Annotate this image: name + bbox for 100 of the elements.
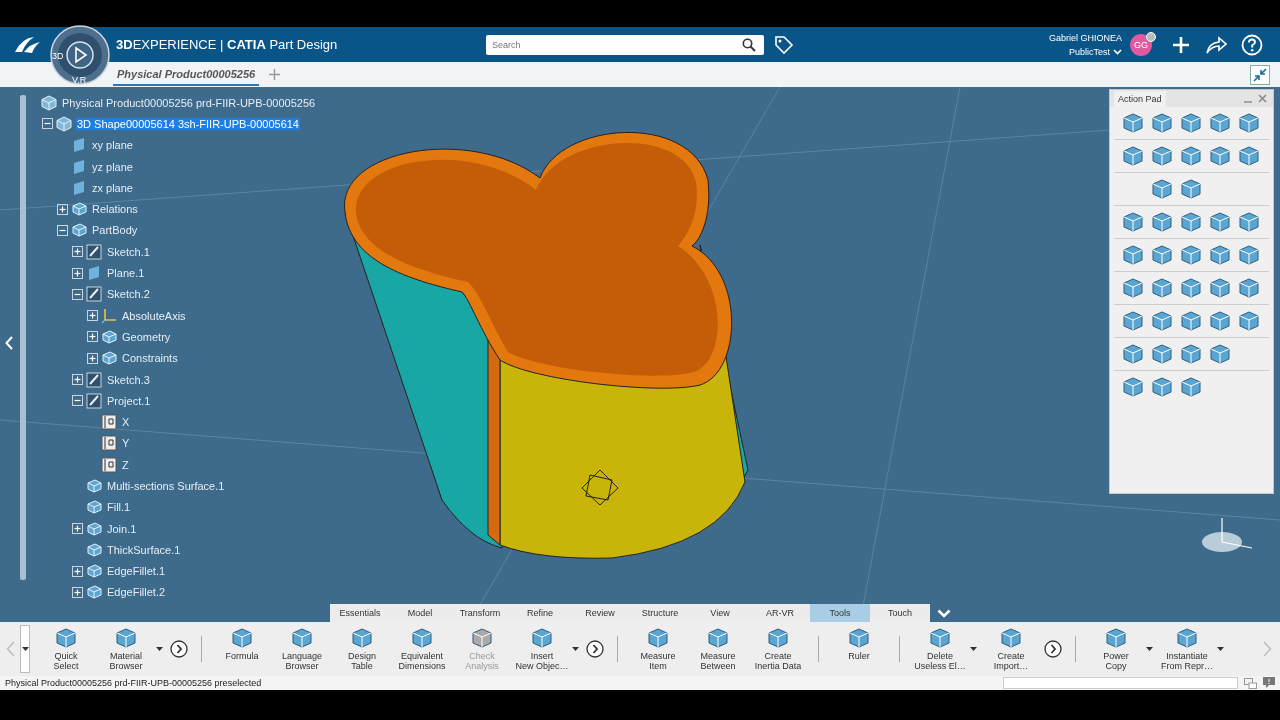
tree-item[interactable]: Sketch.3: [106, 373, 151, 386]
toolbar-tab[interactable]: Essentials: [330, 604, 390, 622]
tool-button[interactable]: Delete Useless El…: [910, 624, 970, 674]
axis-compass-icon[interactable]: [1202, 517, 1253, 552]
cube-icon[interactable]: [1151, 277, 1173, 299]
search-icon[interactable]: [742, 37, 756, 52]
chevron-down-icon[interactable]: [937, 608, 951, 618]
tree-item[interactable]: X: [121, 416, 131, 429]
cube-icon[interactable]: [1122, 244, 1144, 266]
cube-icon[interactable]: [1180, 211, 1202, 233]
tool-button[interactable]: Ruler: [829, 624, 889, 674]
expander-icon[interactable]: [72, 288, 83, 300]
cube-icon[interactable]: [1238, 277, 1260, 299]
cube-icon[interactable]: [1122, 277, 1144, 299]
tool-button[interactable]: Formula: [212, 624, 272, 674]
tool-button[interactable]: Quick Select: [36, 624, 96, 674]
tree-item[interactable]: Plane.1: [106, 267, 146, 279]
cube-icon[interactable]: [1180, 178, 1202, 200]
toolbar-tab[interactable]: Review: [570, 604, 630, 622]
close-icon[interactable]: [1258, 94, 1267, 103]
cube-icon[interactable]: [1238, 310, 1260, 332]
tree-item[interactable]: Sketch.2: [106, 288, 151, 301]
cube-icon[interactable]: [1209, 145, 1231, 167]
caret-icon[interactable]: [1217, 647, 1224, 651]
cube-icon[interactable]: [1122, 112, 1144, 134]
cube-icon[interactable]: [1238, 211, 1260, 233]
tree-item[interactable]: Multi-sections Surface.1: [106, 480, 226, 492]
expander-icon[interactable]: [72, 523, 83, 535]
tree-item[interactable]: 3D Shape00005614 3sh-FIIR-UPB-00005614: [76, 117, 300, 130]
cube-icon[interactable]: [1180, 343, 1202, 365]
tree-item[interactable]: zx plane: [91, 181, 134, 194]
caret-icon[interactable]: [572, 647, 579, 651]
tree-item[interactable]: Constraints: [121, 352, 179, 365]
3d-viewport[interactable]: [0, 87, 1280, 622]
cube-icon[interactable]: [1151, 244, 1173, 266]
cube-icon[interactable]: [1209, 277, 1231, 299]
tree-item[interactable]: Y: [121, 437, 131, 450]
expander-icon[interactable]: [87, 352, 98, 364]
cube-icon[interactable]: [1209, 112, 1231, 134]
toolbar-tab[interactable]: Structure: [630, 604, 690, 622]
cube-icon[interactable]: [1180, 277, 1202, 299]
cube-icon[interactable]: [1209, 244, 1231, 266]
tool-button[interactable]: Language Browser: [272, 624, 332, 674]
expander-icon[interactable]: [87, 310, 98, 322]
tree-item[interactable]: Join.1: [106, 522, 138, 535]
part-drawing[interactable]: [344, 132, 749, 559]
expander-icon[interactable]: [42, 118, 53, 130]
cube-icon[interactable]: [1151, 310, 1173, 332]
tool-button[interactable]: Instantiate From Repr…: [1157, 624, 1217, 674]
collapse-icon[interactable]: [1250, 64, 1270, 85]
cube-icon[interactable]: [1209, 310, 1231, 332]
toolbar-tab[interactable]: Model: [390, 604, 450, 622]
search-field[interactable]: Search: [486, 34, 764, 55]
tree-item[interactable]: AbsoluteAxis: [121, 309, 187, 322]
tree-item[interactable]: Fill.1: [106, 501, 132, 514]
collab-space-menu[interactable]: PublicTest: [1068, 44, 1122, 59]
tree-item[interactable]: ThickSurface.1: [106, 543, 182, 556]
tree-item[interactable]: Physical Product00005256 prd-FIIR-UPB-00005256: [61, 96, 317, 109]
command-field[interactable]: [1003, 677, 1238, 689]
cube-icon[interactable]: [1151, 145, 1173, 167]
cube-icon[interactable]: [1122, 343, 1144, 365]
tool-button[interactable]: Equivalent Dimensions: [392, 624, 452, 674]
tool-button[interactable]: Design Table: [332, 624, 392, 674]
tree-item[interactable]: EdgeFillet.1: [106, 565, 167, 578]
toolbar-tab[interactable]: Tools: [810, 604, 870, 622]
tree-item[interactable]: EdgeFillet.2: [106, 586, 167, 599]
tree-item[interactable]: xy plane: [91, 139, 134, 152]
plus-icon[interactable]: [1171, 34, 1191, 55]
cube-icon[interactable]: [1180, 112, 1202, 134]
cube-icon[interactable]: [1151, 112, 1173, 134]
cube-icon[interactable]: [1151, 211, 1173, 233]
cube-icon[interactable]: [1180, 376, 1202, 398]
expander-icon[interactable]: [72, 565, 83, 577]
tool-button[interactable]: Measure Item: [628, 624, 688, 674]
scrollbar[interactable]: [20, 95, 26, 580]
expander-icon[interactable]: [72, 586, 83, 598]
cube-icon[interactable]: [1209, 343, 1231, 365]
tool-button[interactable]: Create Inertia Data: [748, 624, 808, 674]
cube-icon[interactable]: [1122, 376, 1144, 398]
toolbar-tab[interactable]: Refine: [510, 604, 570, 622]
help-icon[interactable]: [1241, 33, 1263, 56]
tree-item[interactable]: Sketch.1: [106, 245, 151, 258]
comment-icon[interactable]: [1263, 677, 1275, 689]
cube-icon[interactable]: [1180, 145, 1202, 167]
share-icon[interactable]: [1205, 34, 1227, 55]
tree-item[interactable]: PartBody: [91, 224, 139, 237]
toolbar-tab[interactable]: View: [690, 604, 750, 622]
cube-icon[interactable]: [1209, 211, 1231, 233]
cube-icon[interactable]: [1122, 145, 1144, 167]
tool-button[interactable]: Create Import…: [981, 624, 1041, 674]
expander-icon[interactable]: [72, 246, 83, 258]
expander-icon[interactable]: [72, 374, 83, 385]
cube-icon[interactable]: [1238, 145, 1260, 167]
cube-icon[interactable]: [1122, 310, 1144, 332]
toolbar-tab[interactable]: Transform: [450, 604, 510, 622]
cube-icon[interactable]: [1238, 244, 1260, 266]
tool-button[interactable]: Power Copy: [1086, 624, 1146, 674]
expander-icon[interactable]: [72, 395, 83, 407]
tree-item[interactable]: Project.1: [106, 394, 152, 407]
tool-button[interactable]: Measure Between: [688, 624, 748, 674]
